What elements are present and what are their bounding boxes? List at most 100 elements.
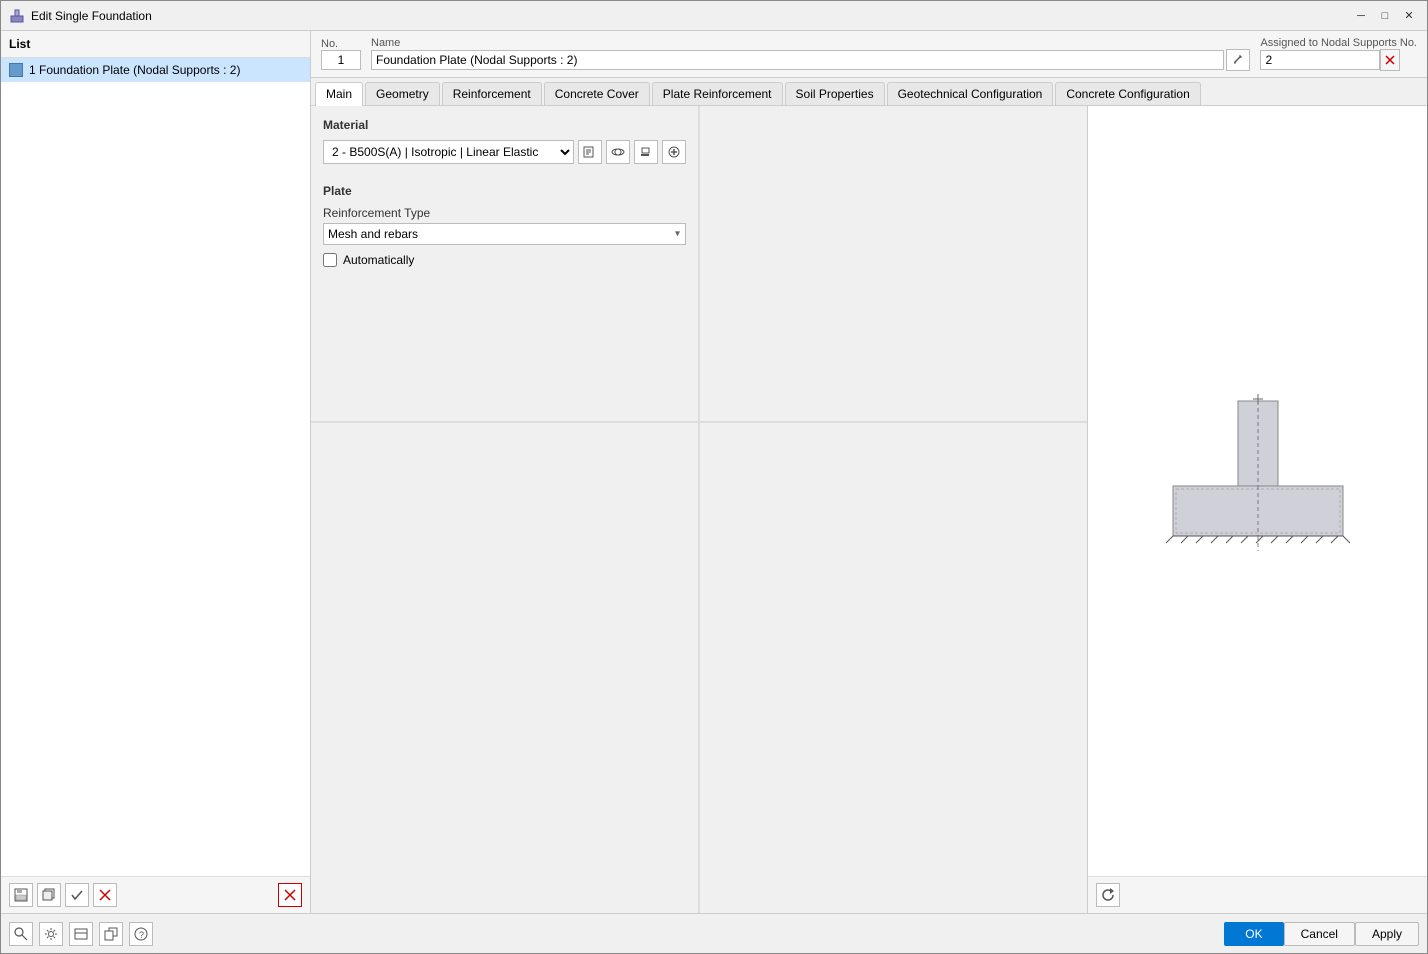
material-row: 2 - B500S(A) | Isotropic | Linear Elasti…: [323, 140, 686, 164]
add-icon: [667, 145, 681, 159]
preview-footer: [1088, 876, 1427, 913]
reinforcement-type-select[interactable]: Mesh and rebars Rebars only Mesh only: [323, 223, 686, 245]
reinforcement-type-select-wrapper: Mesh and rebars Rebars only Mesh only: [323, 223, 686, 245]
delete-button[interactable]: [93, 883, 117, 907]
toolbar-search-button[interactable]: [9, 922, 33, 946]
window-icon: [9, 8, 25, 24]
main-window: Edit Single Foundation ─ □ ✕ List 1 Foun…: [0, 0, 1428, 954]
remove-button[interactable]: [278, 883, 302, 907]
ok-button[interactable]: OK: [1224, 922, 1283, 946]
minimize-button[interactable]: ─: [1351, 6, 1371, 26]
assigned-input[interactable]: [1260, 50, 1380, 70]
name-edit-button[interactable]: [1226, 49, 1250, 71]
tab-plate-reinforcement[interactable]: Plate Reinforcement: [652, 82, 783, 105]
search-icon: [14, 927, 28, 941]
form-content: Material 2 - B500S(A) | Isotropic | Line…: [311, 106, 1087, 913]
save-button[interactable]: [9, 883, 33, 907]
tab-concrete-cover[interactable]: Concrete Cover: [544, 82, 650, 105]
preview-panel: [1087, 106, 1427, 913]
list-header: List: [1, 31, 310, 58]
material-info-button[interactable]: [578, 140, 602, 164]
remove-icon: [283, 888, 297, 902]
toolbar-view-button[interactable]: [69, 922, 93, 946]
plate-section-title: Plate: [323, 184, 686, 198]
tabs-bar: Main Geometry Reinforcement Concrete Cov…: [311, 78, 1427, 106]
list-item[interactable]: 1 Foundation Plate (Nodal Supports : 2): [1, 58, 310, 82]
material-edit-button[interactable]: [634, 140, 658, 164]
refresh-icon: [1100, 887, 1116, 903]
view-icon: [611, 145, 625, 159]
top-left-cell: Material 2 - B500S(A) | Isotropic | Line…: [311, 106, 699, 422]
assigned-clear-button[interactable]: [1380, 49, 1400, 71]
left-panel-footer: [1, 876, 310, 913]
tab-main[interactable]: Main: [315, 82, 363, 106]
name-label: Name: [371, 37, 1250, 49]
reinforcement-type-field: Reinforcement Type Mesh and rebars Rebar…: [323, 206, 686, 245]
material-section-title: Material: [323, 118, 686, 132]
title-bar: Edit Single Foundation ─ □ ✕: [1, 1, 1427, 31]
clear-icon: [1385, 55, 1395, 65]
plate-section: Plate Reinforcement Type Mesh and rebars…: [323, 168, 686, 267]
copy-button[interactable]: [37, 883, 61, 907]
top-right-cell: [699, 106, 1087, 422]
preview-refresh-button[interactable]: [1096, 883, 1120, 907]
info-icon: [583, 145, 597, 159]
settings-icon: [44, 927, 58, 941]
check-button[interactable]: [65, 883, 89, 907]
preview-area: [1088, 106, 1427, 876]
view-toolbar-icon: [74, 927, 88, 941]
name-field: Name: [371, 37, 1250, 71]
toolbar-export-button[interactable]: [99, 922, 123, 946]
bottom-bar: ? OK Cancel Apply: [1, 913, 1427, 953]
no-label: No.: [321, 38, 361, 50]
material-select[interactable]: 2 - B500S(A) | Isotropic | Linear Elasti…: [323, 140, 574, 164]
bottom-right-cell: [699, 422, 1087, 914]
tab-geotechnical-configuration[interactable]: Geotechnical Configuration: [887, 82, 1054, 105]
content-and-preview: Material 2 - B500S(A) | Isotropic | Line…: [311, 106, 1427, 913]
x-icon: [98, 888, 112, 902]
automatically-checkbox[interactable]: [323, 253, 337, 267]
name-input[interactable]: [371, 50, 1224, 70]
foundation-diagram: [1128, 391, 1388, 591]
assigned-field: Assigned to Nodal Supports No.: [1260, 37, 1417, 71]
bottom-left-cell: [311, 422, 699, 914]
tab-concrete-configuration[interactable]: Concrete Configuration: [1055, 82, 1200, 105]
edit-icon: [1232, 53, 1244, 65]
toolbar-settings-button[interactable]: [39, 922, 63, 946]
edit-mat-icon: [639, 145, 653, 159]
close-button[interactable]: ✕: [1399, 6, 1419, 26]
copy-icon: [42, 888, 56, 902]
check-icon: [70, 888, 84, 902]
list-item-icon: [9, 63, 23, 77]
no-input[interactable]: [321, 50, 361, 70]
material-view-button[interactable]: [606, 140, 630, 164]
export-icon: [104, 927, 118, 941]
left-panel: List 1 Foundation Plate (Nodal Supports …: [1, 31, 311, 913]
cancel-button[interactable]: Cancel: [1284, 922, 1355, 946]
list-item-label: 1 Foundation Plate (Nodal Supports : 2): [29, 63, 240, 77]
list-items: 1 Foundation Plate (Nodal Supports : 2): [1, 58, 310, 876]
right-area: No. Name: [311, 31, 1427, 913]
assigned-label: Assigned to Nodal Supports No.: [1260, 37, 1417, 49]
tab-geometry[interactable]: Geometry: [365, 82, 440, 105]
no-field: No.: [321, 38, 361, 70]
tab-soil-properties[interactable]: Soil Properties: [785, 82, 885, 105]
apply-button[interactable]: Apply: [1355, 922, 1419, 946]
window-controls: ─ □ ✕: [1351, 6, 1419, 26]
save-icon: [14, 888, 28, 902]
content-grid: Material 2 - B500S(A) | Isotropic | Line…: [311, 106, 1087, 913]
top-form: No. Name: [311, 31, 1427, 78]
maximize-button[interactable]: □: [1375, 6, 1395, 26]
svg-text:?: ?: [139, 930, 144, 940]
automatically-label: Automatically: [343, 253, 414, 267]
bottom-left-toolbar: ?: [9, 922, 1224, 946]
toolbar-help-button[interactable]: ?: [129, 922, 153, 946]
automatically-row: Automatically: [323, 253, 686, 267]
material-add-button[interactable]: [662, 140, 686, 164]
help-icon: ?: [134, 927, 148, 941]
tab-reinforcement[interactable]: Reinforcement: [442, 82, 542, 105]
reinforcement-type-label: Reinforcement Type: [323, 206, 686, 220]
name-input-wrapper: [371, 49, 1250, 71]
window-title: Edit Single Foundation: [31, 9, 1351, 23]
assigned-wrapper: [1260, 49, 1417, 71]
